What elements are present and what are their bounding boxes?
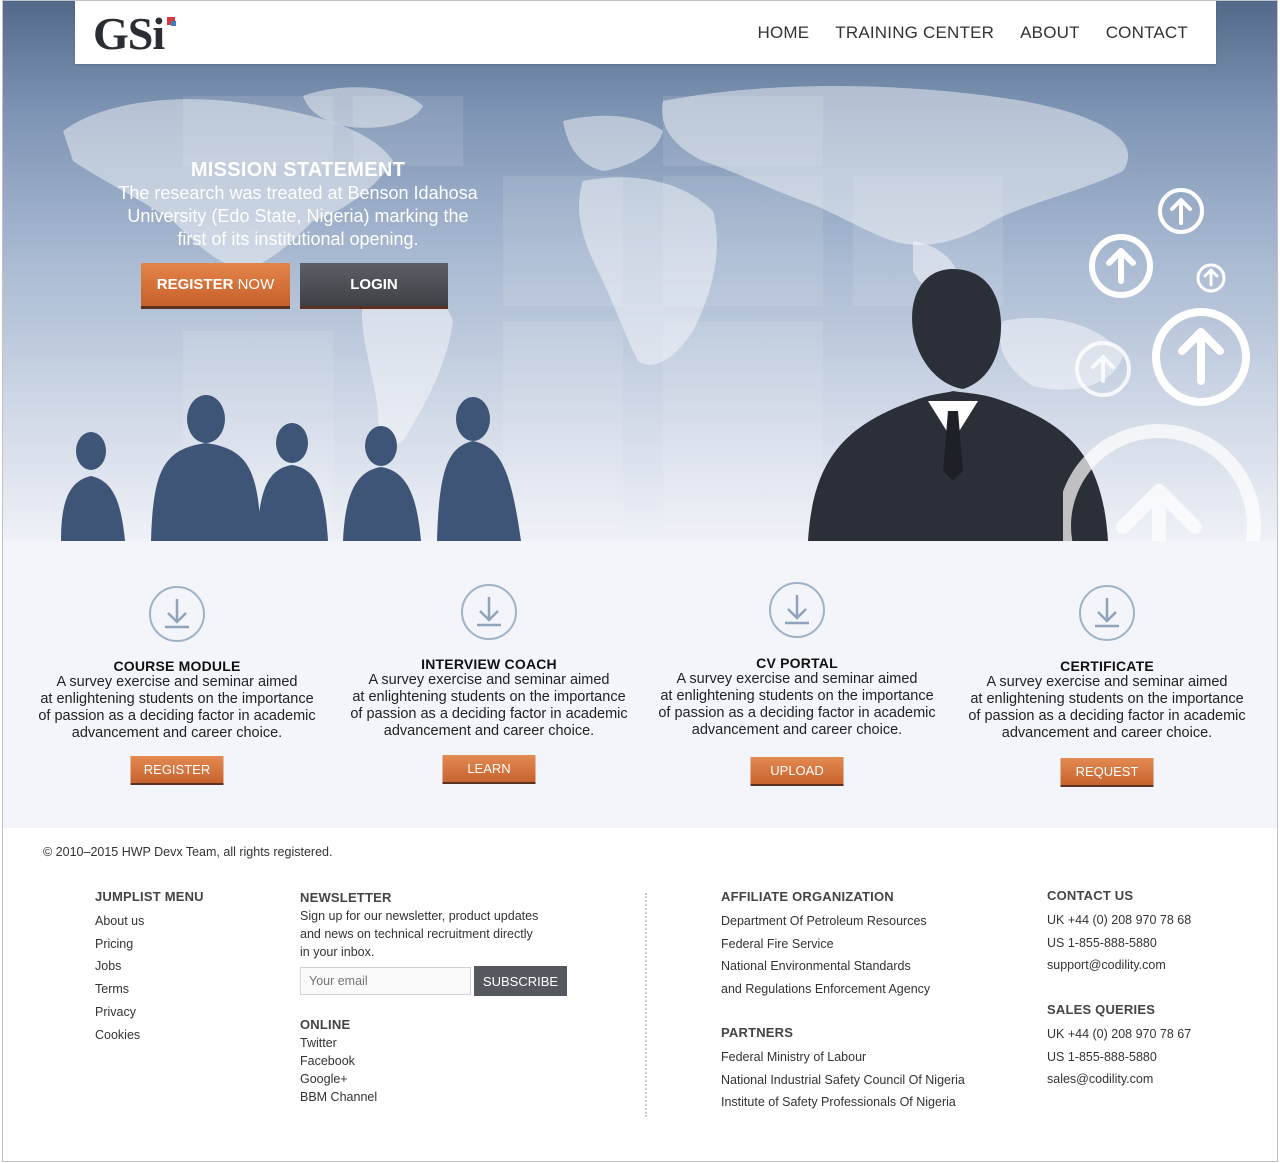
- feature-text: advancement and career choice.: [1001, 725, 1213, 741]
- feature-text: of passion as a deciding factor in acade…: [658, 705, 936, 721]
- nav-about[interactable]: ABOUT: [1020, 23, 1080, 43]
- request-button[interactable]: REQUEST: [1060, 758, 1154, 787]
- online-title: ONLINE: [300, 1017, 351, 1032]
- register-now-button[interactable]: REGISTER NOW: [141, 263, 290, 309]
- affiliate-link[interactable]: Federal Fire Service: [721, 933, 930, 956]
- partners-title: PARTNERS: [721, 1025, 794, 1040]
- footer-link-twitter[interactable]: Twitter: [300, 1034, 377, 1052]
- sales-phone-us: US 1-855-888-5880: [1047, 1049, 1157, 1064]
- mission-text-line: first of its institutional opening.: [177, 229, 419, 249]
- feature-text: of passion as a deciding factor in acade…: [38, 708, 316, 724]
- register-button[interactable]: REGISTER: [130, 756, 224, 785]
- download-icon: [1079, 585, 1135, 641]
- affiliate-title: AFFILIATE ORGANIZATION: [721, 889, 894, 904]
- nav-training-center[interactable]: TRAINING CENTER: [835, 23, 994, 43]
- download-icon: [149, 586, 205, 642]
- footer-divider: [645, 893, 647, 1117]
- partner-link[interactable]: Institute of Safety Professionals Of Nig…: [721, 1091, 965, 1114]
- contact-title: CONTACT US: [1047, 888, 1134, 903]
- footer-link-terms[interactable]: Terms: [95, 978, 204, 1001]
- register-label: REGISTER: [156, 276, 234, 293]
- download-icon: [461, 584, 517, 640]
- learn-button[interactable]: LEARN: [442, 755, 536, 784]
- main-nav: HOME TRAINING CENTER ABOUT CONTACT: [757, 23, 1188, 43]
- affiliate-link[interactable]: National Environmental Standards: [721, 955, 930, 978]
- feature-title: COURSE MODULE: [113, 658, 241, 674]
- footer-link-facebook[interactable]: Facebook: [300, 1052, 377, 1070]
- sales-queries: SALES QUERIES UK +44 (0) 208 970 78 67 U…: [1047, 1002, 1191, 1091]
- mission-title: MISSION STATEMENT: [190, 159, 406, 181]
- feature-text: A survey exercise and seminar aimed: [56, 674, 298, 690]
- logo-mark-icon: [171, 21, 176, 26]
- newsletter-text: and news on technical recruitment direct…: [300, 927, 533, 941]
- copyright-text: © 2010–2015 HWP Devx Team, all rights re…: [43, 845, 333, 859]
- hero-section: GSi HOME TRAINING CENTER ABOUT CONTACT M…: [3, 1, 1277, 541]
- feature-title: INTERVIEW COACH: [421, 656, 557, 672]
- sales-title: SALES QUERIES: [1047, 1002, 1156, 1017]
- footer-link-privacy[interactable]: Privacy: [95, 1001, 204, 1024]
- feature-title: CERTIFICATE: [1060, 658, 1154, 674]
- partner-link[interactable]: National Industrial Safety Council Of Ni…: [721, 1069, 965, 1092]
- footer-link-google-plus[interactable]: Google+: [300, 1070, 377, 1088]
- contact-phone-uk: UK +44 (0) 208 970 78 68: [1047, 913, 1192, 927]
- feature-text: of passion as a deciding factor in acade…: [350, 706, 628, 722]
- jumplist-menu: JUMPLIST MENU About us Pricing Jobs Term…: [95, 889, 204, 1046]
- footer-link-cookies[interactable]: Cookies: [95, 1024, 204, 1047]
- logo-text: GSi: [93, 8, 165, 59]
- online-section: ONLINE Twitter Facebook Google+ BBM Chan…: [300, 1016, 377, 1106]
- login-button[interactable]: LOGIN: [300, 263, 448, 309]
- footer-link-pricing[interactable]: Pricing: [95, 933, 204, 956]
- site-logo[interactable]: GSi: [93, 8, 176, 59]
- feature-text: of passion as a deciding factor in acade…: [968, 708, 1246, 724]
- newsletter-text: in your inbox.: [300, 945, 375, 959]
- affiliate-organization: AFFILIATE ORGANIZATION Department Of Pet…: [721, 889, 930, 1001]
- feature-text: advancement and career choice.: [691, 722, 903, 738]
- features-section: COURSE MODULE A survey exercise and semi…: [3, 541, 1277, 828]
- feature-text: advancement and career choice.: [71, 725, 283, 741]
- feature-text: A survey exercise and seminar aimed: [986, 674, 1228, 690]
- feature-text: A survey exercise and seminar aimed: [676, 671, 918, 687]
- sales-email-link[interactable]: sales@codility.com: [1047, 1068, 1191, 1091]
- page-frame: GSi HOME TRAINING CENTER ABOUT CONTACT M…: [2, 0, 1278, 1162]
- feature-text: at enlightening students on the importan…: [660, 688, 934, 704]
- subscribe-button[interactable]: SUBSCRIBE: [474, 966, 567, 996]
- newsletter-title: NEWSLETTER: [300, 890, 392, 905]
- contact-phone-us: US 1-855-888-5880: [1047, 935, 1157, 950]
- feature-text: A survey exercise and seminar aimed: [368, 672, 610, 688]
- contact-email-link[interactable]: support@codility.com: [1047, 954, 1191, 977]
- affiliate-link[interactable]: Department Of Petroleum Resources: [721, 910, 930, 933]
- mission-text-line: University (Edo State, Nigeria) marking …: [127, 206, 469, 226]
- business-people-silhouette: [61, 395, 521, 541]
- footer-link-jobs[interactable]: Jobs: [95, 955, 204, 978]
- contact-us: CONTACT US UK +44 (0) 208 970 78 68 US 1…: [1047, 888, 1191, 977]
- feature-text: advancement and career choice.: [383, 723, 595, 739]
- feature-text: at enlightening students on the importan…: [352, 689, 626, 705]
- sales-phone-uk: UK +44 (0) 208 970 78 67: [1047, 1027, 1192, 1041]
- feature-text: at enlightening students on the importan…: [40, 691, 314, 707]
- feature-text: at enlightening students on the importan…: [970, 691, 1244, 707]
- footer-link-bbm-channel[interactable]: BBM Channel: [300, 1088, 377, 1106]
- download-icon: [769, 582, 825, 638]
- upload-button[interactable]: UPLOAD: [750, 757, 844, 786]
- partners: PARTNERS Federal Ministry of Labour Nati…: [721, 1025, 965, 1114]
- email-input[interactable]: [300, 967, 471, 995]
- newsletter-section: NEWSLETTER Sign up for our newsletter, p…: [300, 889, 538, 961]
- jumplist-title: JUMPLIST MENU: [95, 889, 204, 904]
- newsletter-text: Sign up for our newsletter, product upda…: [300, 909, 539, 923]
- mission-text-line: The research was treated at Benson Idaho…: [118, 183, 478, 203]
- feature-title: CV PORTAL: [756, 655, 838, 671]
- footer-link-about[interactable]: About us: [95, 910, 204, 933]
- nav-contact[interactable]: CONTACT: [1106, 23, 1188, 43]
- mission-statement: MISSION STATEMENT The research was treat…: [93, 159, 503, 251]
- register-now-label: NOW: [237, 276, 275, 293]
- growth-arrows-graphic: [1063, 188, 1261, 541]
- affiliate-link[interactable]: and Regulations Enforcement Agency: [721, 978, 930, 1001]
- partner-link[interactable]: Federal Ministry of Labour: [721, 1046, 965, 1069]
- nav-home[interactable]: HOME: [757, 23, 809, 43]
- site-header: GSi HOME TRAINING CENTER ABOUT CONTACT: [75, 1, 1216, 64]
